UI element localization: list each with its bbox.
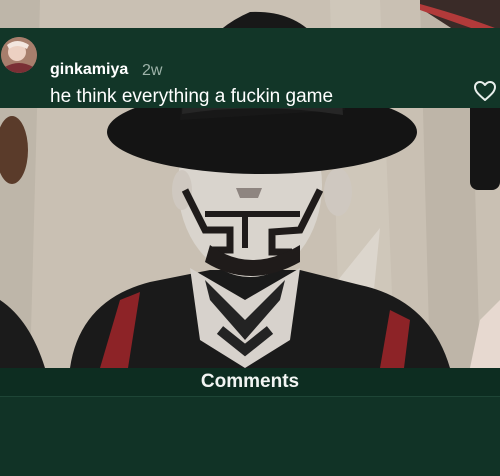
avatar[interactable] — [1, 37, 37, 73]
comments-sheet: Comments — [0, 368, 500, 476]
comment-text: he think everything a fuckin game — [50, 86, 334, 107]
heart-outline-icon[interactable] — [473, 80, 497, 102]
avatar-image — [1, 37, 37, 73]
comments-title: Comments — [200, 371, 300, 392]
comments-header: Comments — [0, 368, 500, 397]
comment-timestamp: 2w — [142, 62, 163, 79]
comment-username[interactable]: ginkamiya — [50, 61, 128, 79]
